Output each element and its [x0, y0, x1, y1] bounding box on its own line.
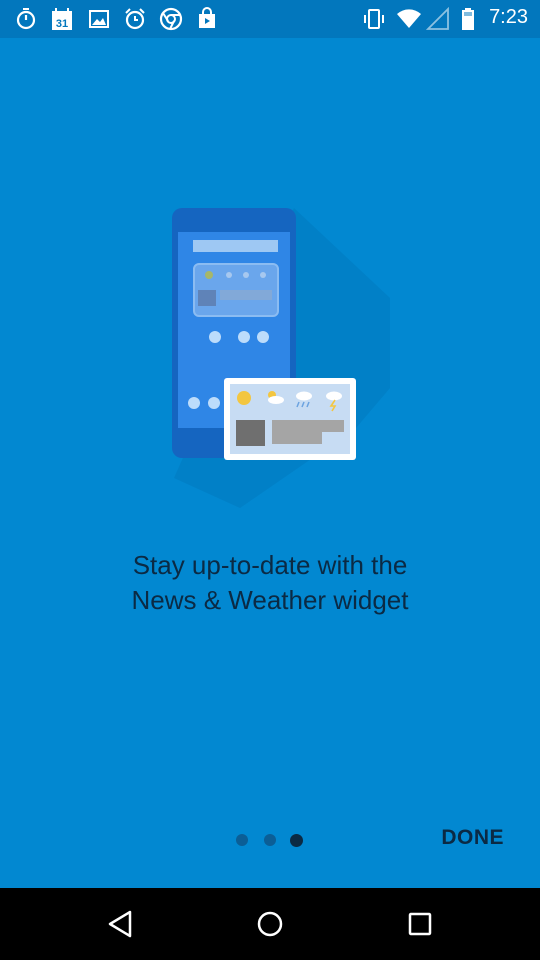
page-indicator — [236, 833, 306, 848]
recents-icon[interactable] — [404, 908, 436, 940]
onboarding-screen: Stay up-to-date with the News & Weather … — [0, 38, 540, 888]
home-icon[interactable] — [254, 908, 286, 940]
stopwatch-icon — [16, 8, 36, 30]
image-icon — [89, 10, 109, 28]
battery-icon — [462, 8, 474, 30]
headline-line-1: Stay up-to-date with the — [132, 550, 408, 580]
widget-illustration — [172, 208, 390, 508]
done-button[interactable]: DONE — [441, 826, 504, 850]
play-store-icon — [199, 7, 215, 28]
page-dot-3-active[interactable] — [290, 833, 303, 847]
calendar-icon: 31 — [52, 8, 72, 30]
page-dot-2[interactable] — [264, 834, 276, 846]
chrome-icon — [159, 7, 183, 31]
page-dot-1[interactable] — [236, 834, 248, 846]
back-icon[interactable] — [104, 908, 136, 940]
alarm-icon — [125, 8, 145, 30]
wifi-icon — [397, 9, 421, 28]
status-bar: 31 7:23 — [0, 0, 540, 38]
status-time: 7:23 — [489, 6, 528, 28]
onboarding-headline: Stay up-to-date with the News & Weather … — [0, 548, 540, 618]
cell-signal-icon — [426, 7, 449, 30]
navigation-bar — [0, 888, 540, 960]
calendar-day: 31 — [56, 18, 68, 30]
headline-line-2: News & Weather widget — [131, 585, 409, 615]
vibrate-icon — [364, 9, 384, 29]
